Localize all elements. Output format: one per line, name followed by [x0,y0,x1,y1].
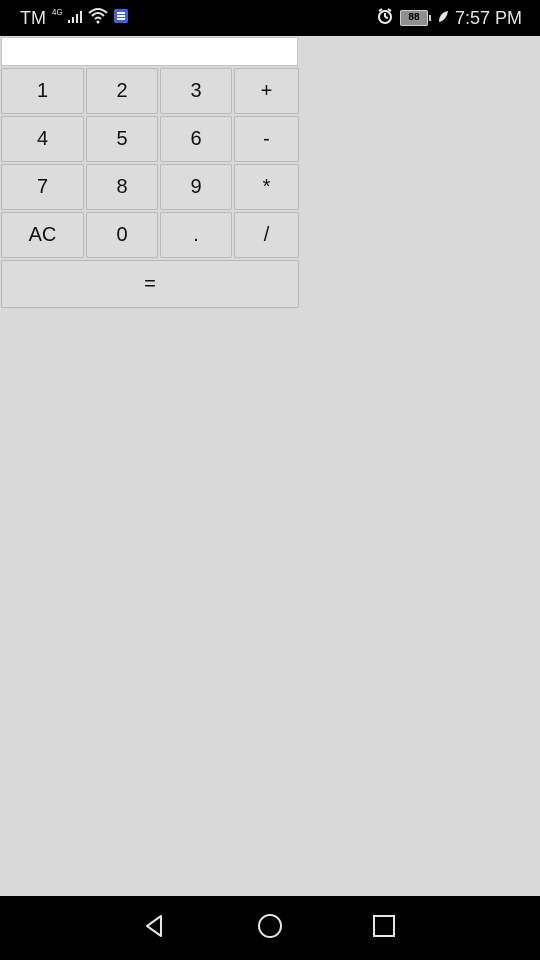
key-9[interactable]: 9 [160,164,232,210]
key-7[interactable]: 7 [1,164,84,210]
key-8[interactable]: 8 [86,164,158,210]
key-clear[interactable]: AC [1,212,84,258]
back-button[interactable] [138,912,170,944]
key-4[interactable]: 4 [1,116,84,162]
signal-icon [67,8,83,29]
recents-button[interactable] [368,912,400,944]
key-3[interactable]: 3 [160,68,232,114]
wifi-icon [87,7,109,30]
key-equals[interactable]: = [1,260,299,308]
key-divide[interactable]: / [234,212,299,258]
notification-app-icon [113,8,129,29]
carrier-label: TM [20,7,46,28]
back-icon [141,913,167,944]
key-multiply[interactable]: * [234,164,299,210]
home-button[interactable] [254,912,286,944]
home-icon [257,913,283,944]
status-left: TM 4G [20,0,129,36]
key-1[interactable]: 1 [1,68,84,114]
battery-tip [428,15,431,21]
key-decimal[interactable]: . [160,212,232,258]
clock: 7:57 PM [454,7,522,28]
status-bar: TM 4G 88 7:57 PM [0,0,540,36]
navigation-bar [0,896,540,960]
recents-icon [372,914,396,943]
display-input[interactable] [1,37,298,66]
battery-indicator: 88 [399,10,431,26]
alarm-icon [376,7,394,30]
battery-level: 88 [399,10,428,26]
key-5[interactable]: 5 [86,116,158,162]
key-2[interactable]: 2 [86,68,158,114]
key-plus[interactable]: + [234,68,299,114]
status-right: 88 7:57 PM [376,0,522,36]
key-6[interactable]: 6 [160,116,232,162]
network-type-label: 4G [52,7,63,17]
leaf-icon [437,8,449,29]
key-minus[interactable]: - [234,116,299,162]
key-0[interactable]: 0 [86,212,158,258]
